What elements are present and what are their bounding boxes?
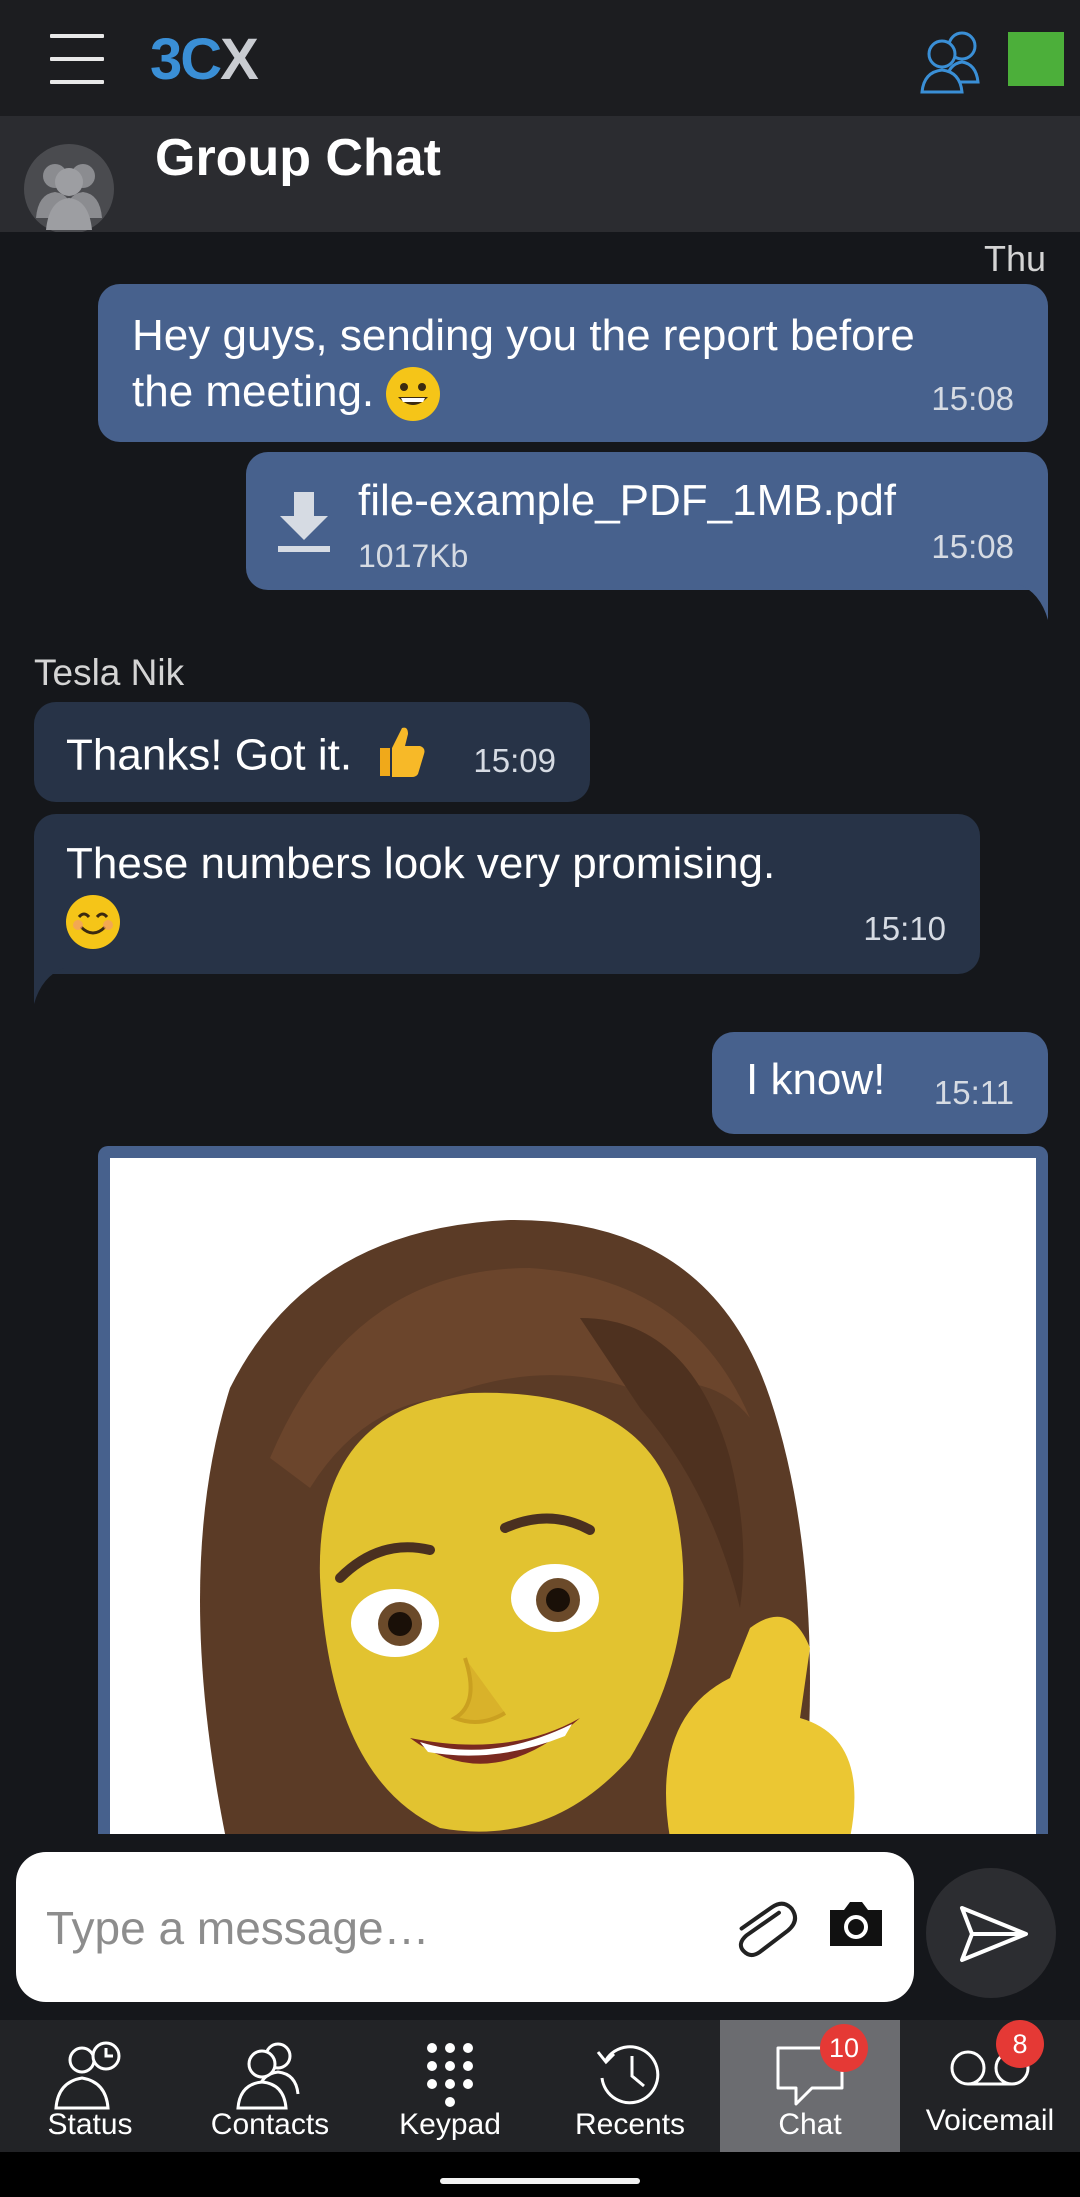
message-time: 15:11 bbox=[933, 1074, 1014, 1111]
file-name: file-example_PDF_1MB.pdf bbox=[358, 476, 897, 525]
keypad-icon bbox=[427, 2043, 473, 2107]
system-home-bar bbox=[0, 2152, 1080, 2197]
message-bubble-incoming[interactable]: Thanks! Got it. 15:09 bbox=[34, 702, 590, 802]
shared-image[interactable] bbox=[110, 1158, 1036, 1838]
message-time: 15:08 bbox=[931, 528, 1014, 565]
bubble-tail bbox=[1018, 584, 1048, 620]
send-button[interactable] bbox=[926, 1868, 1056, 1998]
bubble-tail bbox=[34, 968, 64, 1004]
message-bubble-incoming[interactable]: These numbers look very promising. 15:10 bbox=[34, 814, 980, 974]
status-icon bbox=[54, 2041, 121, 2110]
message-text: Thanks! Got it. bbox=[66, 724, 426, 792]
memoji-image bbox=[200, 1219, 855, 1838]
status-indicator[interactable] bbox=[1008, 32, 1064, 86]
tab-label: Status bbox=[47, 2108, 133, 2141]
tab-label: Keypad bbox=[399, 2108, 501, 2141]
home-indicator[interactable] bbox=[440, 2178, 640, 2184]
download-icon[interactable] bbox=[276, 492, 332, 554]
group-avatar-icon bbox=[24, 144, 114, 232]
message-input[interactable] bbox=[44, 1882, 708, 1974]
image-message-bubble[interactable] bbox=[98, 1146, 1048, 1846]
contacts-icon bbox=[236, 2042, 300, 2110]
tab-recents[interactable]: Recents bbox=[540, 2020, 720, 2152]
group-presence-icon[interactable] bbox=[912, 26, 988, 96]
tab-contacts[interactable]: Contacts bbox=[180, 2020, 360, 2152]
menu-icon[interactable] bbox=[50, 34, 104, 84]
tab-label: Contacts bbox=[210, 2108, 330, 2141]
message-composer bbox=[0, 1834, 1080, 2020]
chat-title: Group Chat bbox=[155, 129, 441, 187]
message-time: 15:08 bbox=[931, 380, 1014, 417]
tab-voicemail[interactable]: 8 Voicemail bbox=[900, 2020, 1080, 2152]
message-text: These numbers look very promising. bbox=[66, 836, 906, 950]
smiling-emoji-icon bbox=[66, 895, 120, 950]
message-bubble-outgoing[interactable]: Hey guys, sending you the report before … bbox=[98, 284, 1048, 442]
message-time: 15:09 bbox=[473, 742, 556, 779]
sender-name: Tesla Nik bbox=[34, 652, 185, 693]
send-icon bbox=[960, 1906, 1028, 1962]
tab-status[interactable]: Status bbox=[0, 2020, 180, 2152]
app-logo: 3CX bbox=[150, 27, 259, 92]
message-time: 15:10 bbox=[863, 910, 946, 947]
attach-icon[interactable] bbox=[724, 1890, 800, 1966]
tab-label: Recents bbox=[574, 2108, 686, 2141]
recents-icon bbox=[596, 2045, 660, 2105]
tab-label: Voicemail bbox=[925, 2104, 1055, 2137]
file-attachment-bubble[interactable]: file-example_PDF_1MB.pdf 1017Kb 15:08 bbox=[246, 452, 1048, 590]
app-top-bar: 3CX bbox=[0, 0, 1080, 116]
camera-icon[interactable] bbox=[824, 1892, 888, 1956]
chat-header: Group Chat bbox=[0, 116, 1080, 232]
day-separator: Thu bbox=[983, 238, 1046, 279]
message-text: Hey guys, sending you the report before … bbox=[132, 308, 952, 422]
message-input-container bbox=[16, 1852, 914, 2002]
tab-chat[interactable]: 10 Chat bbox=[720, 2020, 900, 2152]
bottom-tab-bar: Status Contacts Keypad Recents 10 Chat 8… bbox=[0, 2020, 1080, 2152]
grinning-emoji-icon bbox=[386, 367, 441, 422]
file-size: 1017Kb bbox=[358, 538, 469, 574]
voicemail-unread-badge: 8 bbox=[996, 2020, 1044, 2068]
tab-label: Chat bbox=[778, 2108, 842, 2141]
message-text: I know! bbox=[746, 1055, 886, 1104]
message-bubble-outgoing[interactable]: I know! 15:11 bbox=[712, 1032, 1048, 1134]
thumbs-up-emoji-icon bbox=[374, 724, 426, 792]
chat-unread-badge: 10 bbox=[820, 2024, 868, 2072]
tab-keypad[interactable]: Keypad bbox=[360, 2020, 540, 2152]
